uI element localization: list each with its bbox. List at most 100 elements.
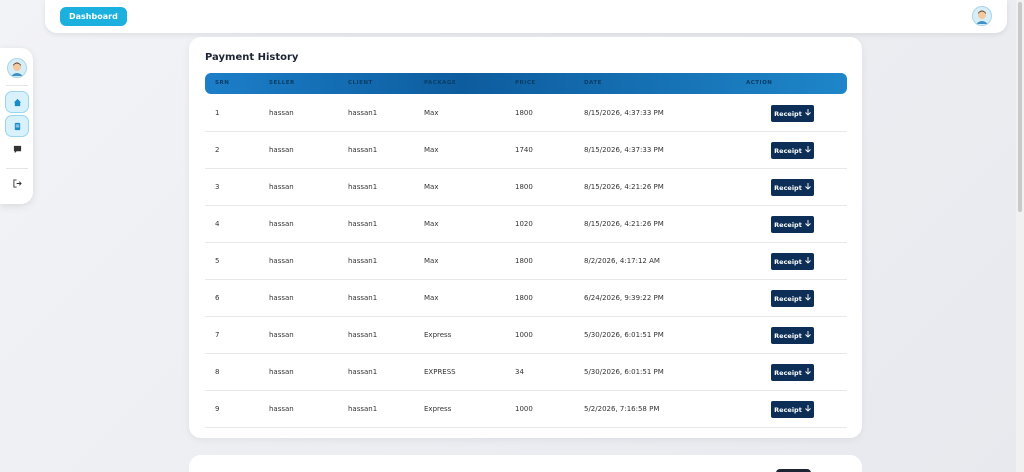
cell-srn: 1 bbox=[215, 109, 220, 117]
column-header-price: PRICE bbox=[515, 80, 536, 86]
cell-date: 8/2/2026, 4:17:12 AM bbox=[584, 257, 660, 265]
page-title: Payment History bbox=[205, 52, 299, 63]
dashboard-button[interactable]: Dashboard bbox=[60, 7, 127, 26]
cell-srn: 3 bbox=[215, 183, 220, 191]
user-avatar[interactable] bbox=[972, 6, 992, 26]
cell-seller: hassan bbox=[269, 146, 294, 154]
download-arrow-icon bbox=[805, 331, 811, 340]
sidebar-item-documents[interactable] bbox=[5, 115, 29, 137]
cell-seller: hassan bbox=[269, 368, 294, 376]
cell-date: 6/24/2026, 9:39:22 PM bbox=[584, 294, 664, 302]
cell-srn: 9 bbox=[215, 405, 220, 413]
cell-price: 1800 bbox=[515, 257, 533, 265]
receipt-label: Receipt bbox=[774, 368, 802, 377]
cell-srn: 4 bbox=[215, 220, 220, 228]
cell-srn: 7 bbox=[215, 331, 220, 339]
cell-package: EXPRESS bbox=[424, 368, 456, 376]
cell-srn: 5 bbox=[215, 257, 220, 265]
cell-seller: hassan bbox=[269, 405, 294, 413]
sidebar-item-chat[interactable] bbox=[5, 138, 29, 160]
receipt-label: Receipt bbox=[774, 257, 802, 266]
receipt-download-button[interactable]: Receipt bbox=[771, 216, 814, 233]
sidebar-avatar[interactable] bbox=[7, 58, 27, 78]
cell-client: hassan1 bbox=[348, 257, 378, 265]
table-row: 1 hassan hassan1 Max 1800 8/15/2026, 4:37:33 … bbox=[205, 95, 847, 132]
column-header-srn: SRN bbox=[215, 80, 230, 86]
download-arrow-icon bbox=[805, 183, 811, 192]
cell-price: 1800 bbox=[515, 109, 533, 117]
cell-seller: hassan bbox=[269, 294, 294, 302]
home-icon bbox=[13, 98, 21, 106]
cell-price: 1800 bbox=[515, 294, 533, 302]
receipt-download-button[interactable]: Receipt bbox=[771, 401, 814, 418]
cell-price: 1000 bbox=[515, 405, 533, 413]
table-row: 5 hassan hassan1 Max 1800 8/2/2026, 4:17:12 A… bbox=[205, 243, 847, 280]
receipt-download-button[interactable]: Receipt bbox=[771, 364, 814, 381]
sidebar-divider bbox=[6, 85, 28, 86]
receipt-download-button[interactable]: Receipt bbox=[771, 253, 814, 270]
cell-client: hassan1 bbox=[348, 109, 378, 117]
page-scrollbar[interactable] bbox=[1016, 0, 1024, 472]
receipt-download-button[interactable]: Receipt bbox=[771, 105, 814, 122]
cell-client: hassan1 bbox=[348, 220, 378, 228]
cell-package: Express bbox=[424, 405, 452, 413]
receipt-label: Receipt bbox=[774, 146, 802, 155]
receipt-label: Receipt bbox=[774, 294, 802, 303]
sidebar-item-logout[interactable] bbox=[5, 172, 29, 194]
payment-history-card: Payment History SRN SELLER CLIENT PACKAG… bbox=[189, 37, 862, 438]
sidebar-item-home[interactable] bbox=[5, 91, 29, 113]
cell-price: 1000 bbox=[515, 331, 533, 339]
download-arrow-icon bbox=[805, 220, 811, 229]
avatar-icon bbox=[976, 10, 988, 24]
cell-seller: hassan bbox=[269, 183, 294, 191]
next-section-card bbox=[189, 455, 862, 472]
cell-client: hassan1 bbox=[348, 146, 378, 154]
table-row: 3 hassan hassan1 Max 1800 8/15/2026, 4:21:26 … bbox=[205, 169, 847, 206]
sidebar-divider bbox=[6, 168, 28, 169]
avatar-icon bbox=[11, 62, 23, 76]
cell-package: Express bbox=[424, 331, 452, 339]
cell-seller: hassan bbox=[269, 331, 294, 339]
table-row: 8 hassan hassan1 EXPRESS 34 5/30/2026, 6:01:5… bbox=[205, 354, 847, 391]
table-row: 7 hassan hassan1 Express 1000 5/30/2026, 6:01… bbox=[205, 317, 847, 354]
cell-package: Max bbox=[424, 294, 439, 302]
cell-package: Max bbox=[424, 220, 439, 228]
top-bar: Dashboard bbox=[45, 0, 1007, 33]
scrollbar-thumb[interactable] bbox=[1018, 2, 1022, 212]
receipt-label: Receipt bbox=[774, 405, 802, 414]
cell-package: Max bbox=[424, 146, 439, 154]
cell-price: 1020 bbox=[515, 220, 533, 228]
cell-price: 34 bbox=[515, 368, 524, 376]
cell-price: 1800 bbox=[515, 183, 533, 191]
cell-package: Max bbox=[424, 183, 439, 191]
cell-client: hassan1 bbox=[348, 405, 378, 413]
document-icon bbox=[14, 122, 20, 130]
cell-srn: 2 bbox=[215, 146, 220, 154]
cell-price: 1740 bbox=[515, 146, 533, 154]
receipt-download-button[interactable]: Receipt bbox=[771, 142, 814, 159]
cell-date: 5/2/2026, 7:16:58 PM bbox=[584, 405, 660, 413]
receipt-label: Receipt bbox=[774, 183, 802, 192]
download-arrow-icon bbox=[805, 405, 811, 414]
sidebar bbox=[0, 48, 33, 204]
cell-date: 5/30/2026, 6:01:51 PM bbox=[584, 331, 664, 339]
download-arrow-icon bbox=[805, 294, 811, 303]
receipt-label: Receipt bbox=[774, 109, 802, 118]
column-header-date: DATE bbox=[584, 80, 602, 86]
cell-seller: hassan bbox=[269, 220, 294, 228]
cell-date: 8/15/2026, 4:21:26 PM bbox=[584, 220, 664, 228]
download-arrow-icon bbox=[805, 257, 811, 266]
cell-package: Max bbox=[424, 257, 439, 265]
cell-date: 8/15/2026, 4:37:33 PM bbox=[584, 109, 664, 117]
cell-srn: 8 bbox=[215, 368, 220, 376]
receipt-download-button[interactable]: Receipt bbox=[771, 179, 814, 196]
cell-srn: 6 bbox=[215, 294, 220, 302]
cell-date: 5/30/2026, 6:01:51 PM bbox=[584, 368, 664, 376]
receipt-download-button[interactable]: Receipt bbox=[771, 327, 814, 344]
table-row: 6 hassan hassan1 Max 1800 6/24/2026, 9:39:22 … bbox=[205, 280, 847, 317]
cell-seller: hassan bbox=[269, 109, 294, 117]
logout-icon bbox=[12, 178, 22, 188]
cell-client: hassan1 bbox=[348, 368, 378, 376]
receipt-download-button[interactable]: Receipt bbox=[771, 290, 814, 307]
cell-package: Max bbox=[424, 109, 439, 117]
